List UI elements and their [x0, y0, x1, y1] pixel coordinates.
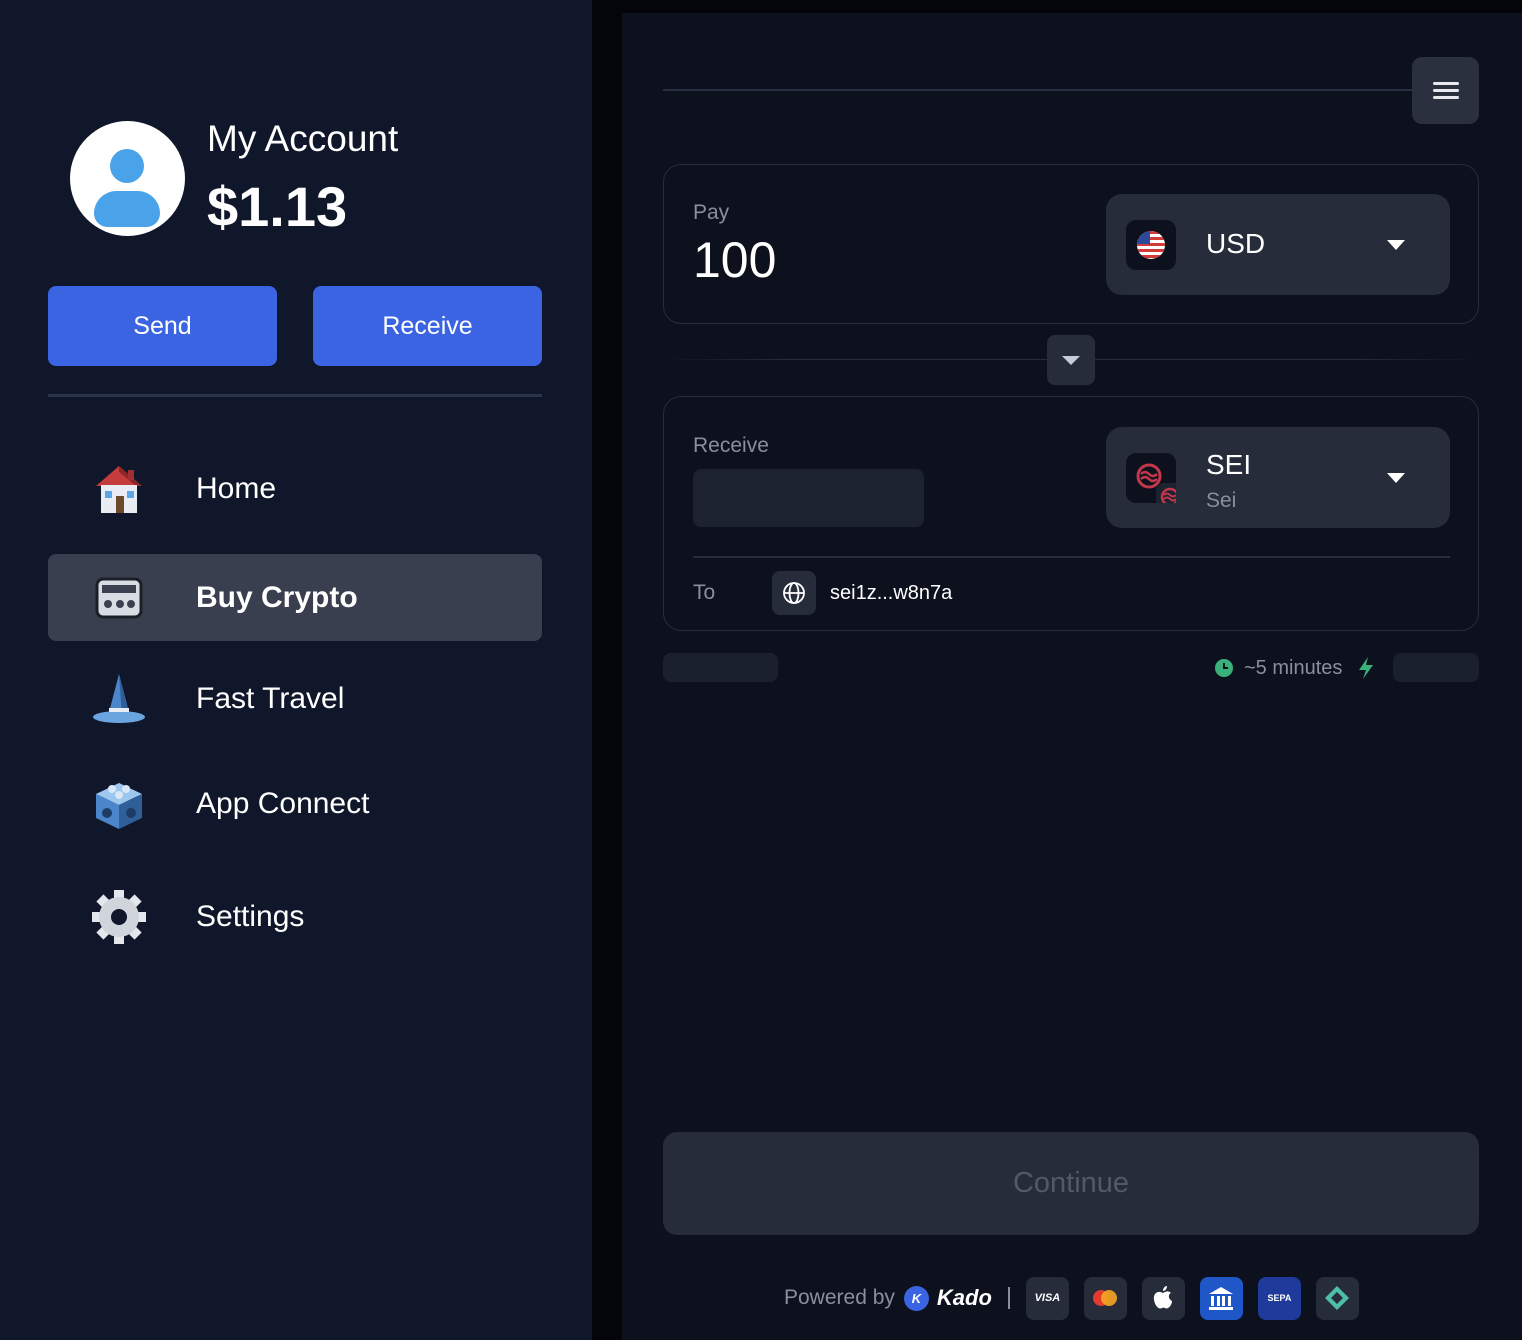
loading-placeholder: [1393, 653, 1479, 682]
sidebar-item-label: Settings: [196, 899, 305, 933]
sepa-icon: SEPA: [1257, 1276, 1301, 1320]
mastercard-icon: [1083, 1276, 1127, 1320]
user-head-icon: [110, 149, 144, 183]
sei-coin-icon: [1126, 453, 1186, 513]
pay-card: Pay 100 USD: [663, 164, 1479, 324]
house-icon: [90, 458, 148, 520]
pay-label: Pay: [693, 201, 730, 224]
sidebar-divider: [48, 394, 542, 397]
menu-button[interactable]: [1412, 57, 1479, 124]
powered-by-text: Powered by: [784, 1286, 895, 1309]
send-button[interactable]: Send: [48, 286, 277, 366]
sidebar-item-app-connect[interactable]: App Connect: [48, 760, 542, 847]
receive-currency-select[interactable]: SEI Sei: [1106, 427, 1450, 528]
chevron-down-icon: [1387, 473, 1405, 483]
receive-label: Receive: [693, 434, 769, 457]
buy-widget: Pay 100 USD Receive SEI Sei To sei1z...w…: [622, 13, 1522, 1340]
continue-button[interactable]: Continue: [663, 1132, 1479, 1235]
sidebar-item-label: Fast Travel: [196, 681, 345, 715]
receive-currency-name: Sei: [1206, 489, 1237, 512]
receive-amount-input[interactable]: [693, 469, 924, 527]
receive-currency-code: SEI: [1206, 449, 1252, 480]
pay-currency-code: USD: [1206, 228, 1266, 259]
receive-button[interactable]: Receive: [313, 286, 542, 366]
receive-card: Receive SEI Sei To sei1z...w8n7a: [663, 396, 1479, 631]
chevron-down-icon: [1387, 240, 1405, 250]
sidebar-item-settings[interactable]: Settings: [48, 873, 542, 960]
sidebar-item-label: Home: [196, 471, 277, 505]
menu-icon: [1433, 82, 1459, 85]
sidebar-item-fast-travel[interactable]: Fast Travel: [48, 655, 542, 742]
eta-text: ~5 minutes: [1244, 656, 1343, 679]
footer: Powered by K Kado VISA SEPA: [784, 1276, 1374, 1320]
to-label: To: [693, 581, 716, 604]
pix-icon: [1315, 1276, 1359, 1320]
avatar: [70, 121, 185, 236]
header-line: [663, 89, 1413, 91]
user-body-icon: [94, 191, 160, 227]
gear-icon: [90, 886, 148, 948]
apple-pay-icon: [1141, 1276, 1185, 1320]
loading-placeholder: [663, 653, 778, 682]
sidebar-item-label: Buy Crypto: [196, 580, 358, 614]
swap-button[interactable]: [1047, 335, 1095, 385]
chevron-down-icon: [1062, 356, 1080, 365]
sidebar-item-home[interactable]: Home: [48, 445, 542, 532]
clock-icon: [1215, 659, 1233, 677]
account-balance: $1.13: [207, 175, 348, 238]
brand-name: Kado: [936, 1285, 992, 1310]
pay-amount-input[interactable]: 100: [693, 231, 776, 289]
globe-icon[interactable]: [772, 571, 816, 615]
sidebar-item-buy-crypto[interactable]: Buy Crypto: [48, 554, 542, 641]
blocks-icon: [90, 773, 148, 835]
receive-divider: [693, 556, 1450, 558]
kado-logo-icon: K: [903, 1285, 929, 1311]
eta-indicator: ~5 minutes: [1214, 656, 1376, 680]
footer-separator: [1007, 1287, 1010, 1309]
us-flag-icon: [1126, 220, 1176, 270]
crypto-card-icon: [90, 567, 148, 629]
sidebar: My Account $1.13 Send Receive Home Buy C…: [0, 0, 592, 1340]
gutter: [592, 0, 622, 1340]
visa-icon: VISA: [1025, 1276, 1069, 1320]
wizard-hat-icon: [90, 668, 148, 730]
lightning-icon: [1359, 657, 1374, 679]
account-title: My Account: [207, 118, 399, 159]
pay-currency-select[interactable]: USD: [1106, 194, 1450, 295]
sidebar-item-label: App Connect: [196, 786, 370, 820]
bank-icon: [1199, 1276, 1243, 1320]
wallet-address[interactable]: sei1z...w8n7a: [830, 582, 952, 605]
